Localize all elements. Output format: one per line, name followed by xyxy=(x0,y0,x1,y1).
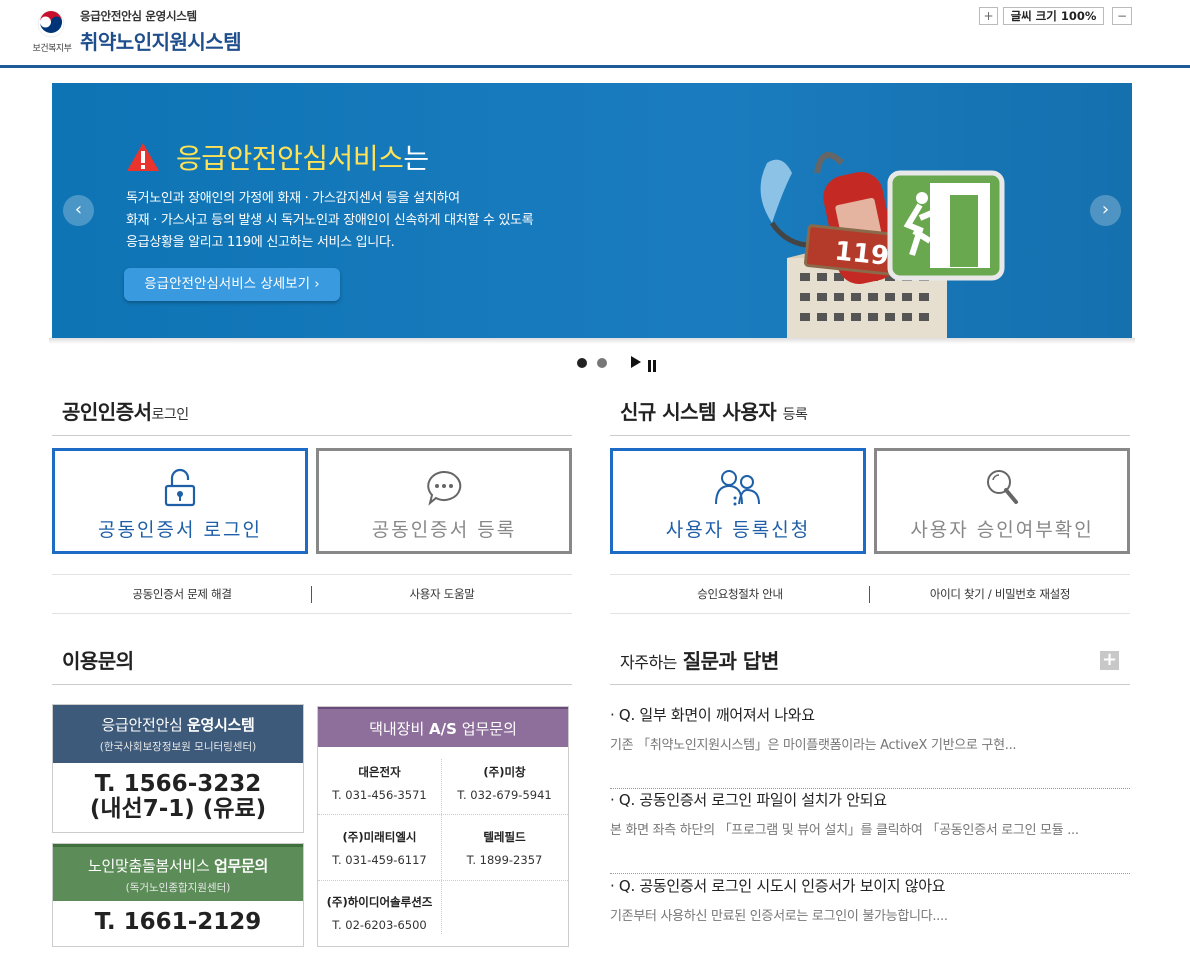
ministry-name: 보건복지부 xyxy=(32,44,72,54)
user-register-label: 사용자 등록신청 xyxy=(665,519,811,541)
as-contact-header: 댁내장비 A/S 업무문의 xyxy=(318,707,568,747)
ops-system-contact-box: 응급안전안심 운영시스템 (한국사회보장정보원 모니터링센터) T. 1566-… xyxy=(52,704,304,833)
government-emblem-icon[interactable] xyxy=(36,9,66,39)
lock-icon xyxy=(164,468,196,507)
users-icon xyxy=(715,470,760,506)
new-user-section-title: 신규 시스템 사용자 등록 xyxy=(610,392,1130,436)
faq-answer-preview: 기존부터 사용하신 만료된 인증서로는 로그인이 불가능합니다.... xyxy=(610,909,948,924)
font-size-increase-button[interactable]: + xyxy=(979,7,998,25)
emergency-illustration: 119 xyxy=(760,152,1005,338)
care-phone: T. 1661-2129 xyxy=(94,909,262,935)
cert-register-button[interactable]: 공동인증서 등록 xyxy=(316,448,572,554)
system-title[interactable]: 취약노인지원시스템 xyxy=(80,26,242,55)
care-contact-header: 노인맞춤돌봄서비스 업무문의 (독거노인종합지원센터) xyxy=(53,844,303,901)
approval-procedure-link[interactable]: 승인요청절차 안내 xyxy=(610,575,870,613)
as-contact-box: 댁내장비 A/S 업무문의 대은전자 T. 031-456-3571 (주)미창 T… xyxy=(317,706,569,947)
user-register-button[interactable]: 사용자 등록신청 xyxy=(610,448,866,554)
user-help-links: 승인요청절차 안내 아이디 찾기 / 비밀번호 재설정 xyxy=(610,574,1130,614)
font-size-label: 글씨 크기 100% xyxy=(1003,7,1104,25)
as-company-cell: 대은전자 T. 031-456-3571 xyxy=(332,765,427,802)
as-company-cell: (주)하이디어솔루션즈 T. 02-6203-6500 xyxy=(326,895,433,932)
warning-icon xyxy=(127,143,159,171)
system-subtitle: 응급안전안심 운영시스템 xyxy=(80,9,197,23)
user-approval-check-button[interactable]: 사용자 승인여부확인 xyxy=(874,448,1130,554)
faq-item[interactable]: · Q. 공동인증서 로그인 시도시 인증서가 보이지 않아요 기존부터 사용하… xyxy=(610,875,1130,954)
play-icon[interactable] xyxy=(631,356,641,368)
service-detail-button[interactable]: 응급안전안심서비스 상세보기 › xyxy=(124,268,340,301)
faq-answer-preview: 본 화면 좌측 하단의 「프로그램 및 뷰어 설치」를 클릭하여 「공동인증서 … xyxy=(610,823,1079,838)
find-id-reset-password-link[interactable]: 아이디 찾기 / 비밀번호 재설정 xyxy=(870,575,1130,613)
banner-title: 응급안전안심서비스는 xyxy=(176,142,429,175)
banner-description: 독거노인과 장애인의 가정에 화재 · 가스감지센서 등을 설치하여 화재 · … xyxy=(126,191,534,250)
faq-question[interactable]: · Q. 일부 화면이 깨어져서 나와요 xyxy=(610,704,815,725)
faq-answer-preview: 기존 「취약노인지원시스템」은 마이플랫폼이라는 ActiveX 기반으로 구현… xyxy=(610,738,1017,753)
faq-section-title: 자주하는 질문과 답변 xyxy=(610,641,1130,685)
as-company-cell: 텔레필드 T. 1899-2357 xyxy=(466,830,543,867)
ops-phone: T. 1566-3232 (내선7-1) (유료) xyxy=(89,771,267,822)
user-help-link[interactable]: 사용자 도움말 xyxy=(312,575,572,613)
ops-contact-header: 응급안전안심 운영시스템 (한국사회보장정보원 모니터링센터) xyxy=(53,705,303,763)
cert-help-links: 공동인증서 문제 해결 사용자 도움말 xyxy=(52,574,572,614)
slide-indicator-1[interactable] xyxy=(577,358,587,368)
pause-icon[interactable] xyxy=(648,357,658,372)
cert-login-label: 공동인증서 로그인 xyxy=(98,519,262,541)
banner-prev-button[interactable]: ‹ xyxy=(63,195,94,226)
magnifier-icon xyxy=(987,470,1018,504)
chat-bubble-icon xyxy=(427,470,462,506)
faq-item[interactable]: · Q. 공동인증서 로그인 파일이 설치가 안되요 본 화면 좌측 하단의 「… xyxy=(610,789,1130,874)
slide-indicator-2[interactable] xyxy=(597,358,607,368)
as-company-cell: (주)미창 T. 032-679-5941 xyxy=(457,765,552,802)
user-approval-check-label: 사용자 승인여부확인 xyxy=(910,519,1094,541)
cert-troubleshoot-link[interactable]: 공동인증서 문제 해결 xyxy=(52,575,312,613)
faq-question[interactable]: · Q. 공동인증서 로그인 시도시 인증서가 보이지 않아요 xyxy=(610,875,946,896)
inquiry-section-title: 이용문의 xyxy=(52,641,572,685)
banner-shadow xyxy=(49,338,1135,344)
care-service-contact-box: 노인맞춤돌봄서비스 업무문의 (독거노인종합지원센터) T. 1661-2129 xyxy=(52,843,304,947)
font-size-decrease-button[interactable]: − xyxy=(1112,7,1132,25)
cert-login-button[interactable]: 공동인증서 로그인 xyxy=(52,448,308,554)
faq-item[interactable]: · Q. 일부 화면이 깨어져서 나와요 기존 「취약노인지원시스템」은 마이플… xyxy=(610,704,1130,789)
sign-119-text: 119 xyxy=(833,236,890,272)
faq-more-button[interactable]: + xyxy=(1100,651,1119,670)
cert-section-title: 공인인증서로그인 xyxy=(52,392,572,436)
faq-question[interactable]: · Q. 공동인증서 로그인 파일이 설치가 안되요 xyxy=(610,789,887,810)
banner-next-button[interactable]: › xyxy=(1090,195,1121,226)
cert-register-label: 공동인증서 등록 xyxy=(371,519,517,541)
as-company-cell: (주)미래티엘시 T. 031-459-6117 xyxy=(332,830,427,867)
